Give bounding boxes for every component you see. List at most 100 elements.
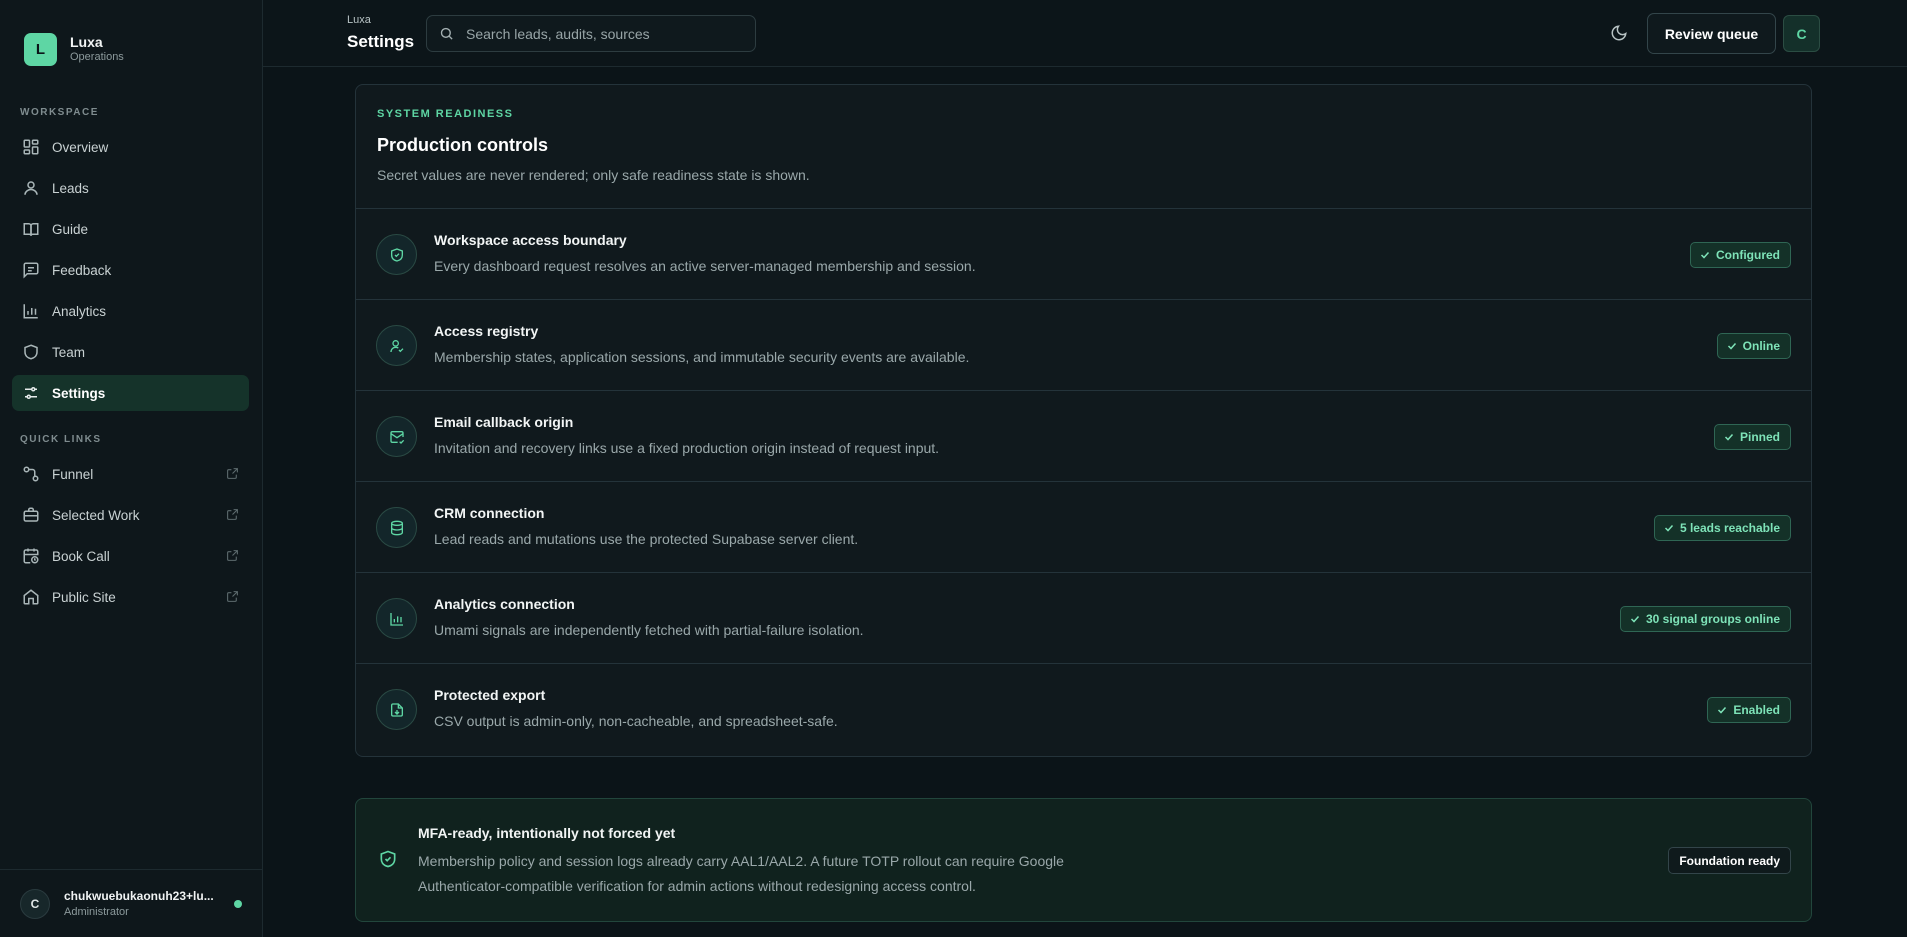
quick-link-label: Public Site bbox=[52, 589, 116, 605]
sidebar-item-label: Feedback bbox=[52, 262, 112, 278]
mfa-description: Membership policy and session logs alrea… bbox=[418, 853, 1064, 894]
quick-links-nav: Funnel Selected Work Book Call Public Si… bbox=[12, 456, 249, 620]
bar-chart-icon bbox=[22, 302, 40, 320]
row-title: Access registry bbox=[434, 323, 539, 339]
shield-check-icon bbox=[376, 234, 417, 275]
readiness-row-crm-connection: CRM connection Lead reads and mutations … bbox=[356, 482, 1811, 573]
external-link-icon bbox=[226, 549, 239, 562]
page-title: Settings bbox=[347, 32, 415, 51]
sidebar-item-overview[interactable]: Overview bbox=[12, 129, 249, 165]
shield-check-icon bbox=[378, 849, 398, 869]
external-link-icon bbox=[226, 467, 239, 480]
moon-icon[interactable] bbox=[1610, 24, 1628, 42]
user-icon bbox=[22, 179, 40, 197]
brand-subtitle: Operations bbox=[70, 51, 124, 63]
sidebar-item-feedback[interactable]: Feedback bbox=[12, 252, 249, 288]
review-queue-button[interactable]: Review queue bbox=[1647, 13, 1776, 54]
quick-link-book-call[interactable]: Book Call bbox=[12, 538, 249, 574]
shield-icon bbox=[22, 343, 40, 361]
readiness-row-analytics-connection: Analytics connection Umami signals are i… bbox=[356, 573, 1811, 664]
production-controls-card: SYSTEM READINESS Production controls Sec… bbox=[355, 84, 1812, 757]
brand[interactable]: L Luxa Operations bbox=[24, 33, 124, 66]
readiness-row-email-callback: Email callback origin Invitation and rec… bbox=[356, 391, 1811, 482]
card-description: Secret values are never rendered; only s… bbox=[377, 167, 810, 183]
file-download-icon bbox=[376, 689, 417, 730]
sidebar: L Luxa Operations WORKSPACE Overview Lea… bbox=[0, 0, 263, 937]
sidebar-item-label: Leads bbox=[52, 180, 89, 196]
row-title: CRM connection bbox=[434, 505, 545, 521]
brand-name: Luxa bbox=[70, 34, 103, 50]
sidebar-item-settings[interactable]: Settings bbox=[12, 375, 249, 411]
status-badge: Online bbox=[1716, 333, 1791, 359]
user-email: chukwuebukaonuh23+lu... bbox=[64, 889, 214, 903]
briefcase-icon bbox=[22, 506, 40, 524]
top-header: Luxa Settings Review queue C bbox=[263, 0, 1907, 67]
sidebar-item-analytics[interactable]: Analytics bbox=[12, 293, 249, 329]
user-check-icon bbox=[376, 325, 417, 366]
quick-link-funnel[interactable]: Funnel bbox=[12, 456, 249, 492]
grid-icon bbox=[22, 138, 40, 156]
search-box[interactable] bbox=[426, 15, 756, 52]
check-icon bbox=[1664, 524, 1673, 532]
database-icon bbox=[376, 507, 417, 548]
sidebar-item-label: Settings bbox=[52, 385, 106, 401]
status-badge: Pinned bbox=[1713, 424, 1791, 450]
row-description: Lead reads and mutations use the protect… bbox=[434, 531, 859, 547]
online-status-dot bbox=[234, 900, 242, 908]
readiness-row-access-registry: Access registry Membership states, appli… bbox=[356, 300, 1811, 391]
calendar-clock-icon bbox=[22, 547, 40, 565]
foundation-ready-badge: Foundation ready bbox=[1668, 847, 1791, 874]
quick-link-public-site[interactable]: Public Site bbox=[12, 579, 249, 615]
row-description: Invitation and recovery links use a fixe… bbox=[434, 440, 940, 456]
sidebar-item-team[interactable]: Team bbox=[12, 334, 249, 370]
user-menu[interactable]: C chukwuebukaonuh23+lu... Administrator bbox=[0, 869, 263, 937]
quick-link-label: Selected Work bbox=[52, 507, 140, 523]
row-description: Membership states, application sessions,… bbox=[434, 349, 970, 365]
check-icon bbox=[1700, 251, 1710, 259]
status-badge: 30 signal groups online bbox=[1619, 606, 1791, 632]
readiness-row-protected-export: Protected export CSV output is admin-onl… bbox=[356, 664, 1811, 755]
workspace-nav: Overview Leads Guide Feedback Analytics … bbox=[12, 129, 249, 416]
bar-chart-icon bbox=[376, 598, 417, 639]
check-icon bbox=[1727, 342, 1736, 350]
quick-link-label: Book Call bbox=[52, 548, 110, 564]
search-icon bbox=[439, 26, 454, 41]
book-open-icon bbox=[22, 220, 40, 238]
mail-check-icon bbox=[376, 416, 417, 457]
section-eyebrow: SYSTEM READINESS bbox=[377, 108, 514, 120]
status-badge: 5 leads reachable bbox=[1653, 515, 1791, 541]
sidebar-item-leads[interactable]: Leads bbox=[12, 170, 249, 206]
home-icon bbox=[22, 588, 40, 606]
row-title: Workspace access boundary bbox=[434, 232, 627, 248]
search-input[interactable] bbox=[464, 24, 744, 43]
breadcrumb[interactable]: Luxa bbox=[347, 14, 371, 26]
mfa-title: MFA-ready, intentionally not forced yet bbox=[418, 825, 676, 841]
account-avatar[interactable]: C bbox=[1783, 15, 1820, 52]
quick-link-selected-work[interactable]: Selected Work bbox=[12, 497, 249, 533]
row-description: CSV output is admin-only, non-cacheable,… bbox=[434, 713, 838, 729]
check-icon bbox=[1724, 433, 1734, 441]
funnel-icon bbox=[22, 465, 40, 483]
external-link-icon bbox=[226, 508, 239, 521]
readiness-row-workspace-access: Workspace access boundary Every dashboar… bbox=[356, 209, 1811, 300]
message-square-icon bbox=[22, 261, 40, 279]
quick-link-label: Funnel bbox=[52, 466, 94, 482]
row-description: Every dashboard request resolves an acti… bbox=[434, 258, 976, 274]
status-badge: Configured bbox=[1690, 242, 1791, 268]
sliders-icon bbox=[22, 384, 40, 402]
row-description: Umami signals are independently fetched … bbox=[434, 622, 864, 638]
sidebar-item-label: Guide bbox=[52, 221, 89, 237]
sidebar-item-label: Analytics bbox=[52, 303, 107, 319]
status-badge: Enabled bbox=[1707, 697, 1791, 723]
sidebar-item-label: Overview bbox=[52, 139, 109, 155]
sidebar-item-label: Team bbox=[52, 344, 86, 360]
sidebar-item-guide[interactable]: Guide bbox=[12, 211, 249, 247]
brand-logo: L bbox=[24, 33, 57, 66]
mfa-notice-card: MFA-ready, intentionally not forced yet … bbox=[355, 798, 1812, 922]
row-title: Protected export bbox=[434, 687, 546, 703]
row-title: Analytics connection bbox=[434, 596, 575, 612]
avatar: C bbox=[20, 888, 50, 919]
user-role: Administrator bbox=[64, 906, 129, 918]
workspace-section-label: WORKSPACE bbox=[20, 107, 99, 118]
check-icon bbox=[1718, 706, 1727, 714]
